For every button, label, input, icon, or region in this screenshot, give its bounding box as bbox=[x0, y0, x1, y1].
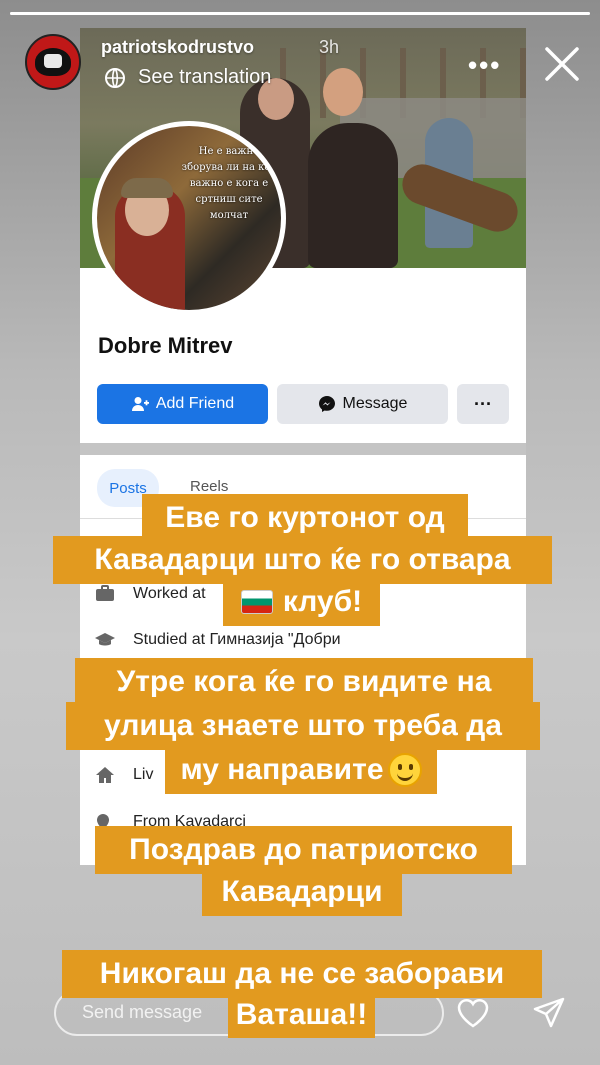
caption-line-7: Поздрав до патриотско bbox=[95, 826, 512, 874]
graduation-cap-icon bbox=[95, 631, 117, 649]
intro-work: Worked at bbox=[95, 585, 206, 603]
add-friend-button[interactable]: Add Friend bbox=[97, 384, 268, 424]
caption-line-5: улица знаете што треба да bbox=[66, 702, 540, 750]
add-friend-icon bbox=[131, 397, 149, 411]
intro-lives: Liv bbox=[95, 766, 153, 784]
story-progress-bar bbox=[10, 12, 590, 15]
story-progress-fill bbox=[10, 12, 590, 15]
bulgarian-flag-icon bbox=[240, 590, 273, 614]
send-icon[interactable] bbox=[532, 996, 566, 1030]
translate-icon bbox=[105, 67, 125, 88]
profile-name: Dobre Mitrev bbox=[98, 333, 233, 358]
caption-line-9: Никогаш да не се заборави bbox=[62, 950, 542, 998]
caption-line-10: Ваташа!! bbox=[228, 992, 375, 1038]
see-translation-button[interactable]: See translation bbox=[104, 66, 271, 89]
close-icon[interactable] bbox=[542, 44, 582, 84]
story-more-button[interactable]: ••• bbox=[468, 50, 501, 81]
story-avatar[interactable] bbox=[25, 34, 81, 90]
briefcase-icon bbox=[95, 585, 117, 603]
tab-reels[interactable]: Reels bbox=[190, 478, 228, 495]
heart-icon[interactable] bbox=[456, 996, 490, 1030]
caption-line-1: Еве го куртонот од bbox=[142, 494, 468, 542]
reply-placeholder: Send message bbox=[82, 1002, 203, 1022]
add-friend-label: Add Friend bbox=[155, 395, 235, 412]
home-icon bbox=[95, 766, 117, 784]
profile-photo-text: Не е важно зборува ли на кое важно е ког… bbox=[181, 146, 277, 221]
story-username[interactable]: patriotskodrustvo bbox=[101, 37, 254, 58]
caption-line-3: клуб! bbox=[223, 578, 380, 626]
message-label: Message bbox=[342, 395, 408, 412]
see-translation-label: See translation bbox=[138, 66, 272, 88]
profile-photo: Не е важно зборува ли на кое важно е ког… bbox=[92, 121, 286, 315]
caption-line-2: Кавадарци што ќе го отвара bbox=[53, 536, 552, 584]
more-options-button[interactable]: ··· bbox=[457, 384, 509, 424]
messenger-icon bbox=[318, 396, 335, 412]
caption-line-6: му направите bbox=[165, 746, 437, 794]
caption-line-8: Кавадарци bbox=[202, 868, 402, 916]
message-button[interactable]: Message bbox=[277, 384, 448, 424]
intro-education: Studied at Гимназија "Добри bbox=[95, 631, 341, 649]
smiley-emoji-icon bbox=[387, 753, 422, 787]
caption-line-4: Утре кога ќе го видите на bbox=[75, 658, 533, 706]
story-timestamp: 3h bbox=[319, 37, 340, 57]
